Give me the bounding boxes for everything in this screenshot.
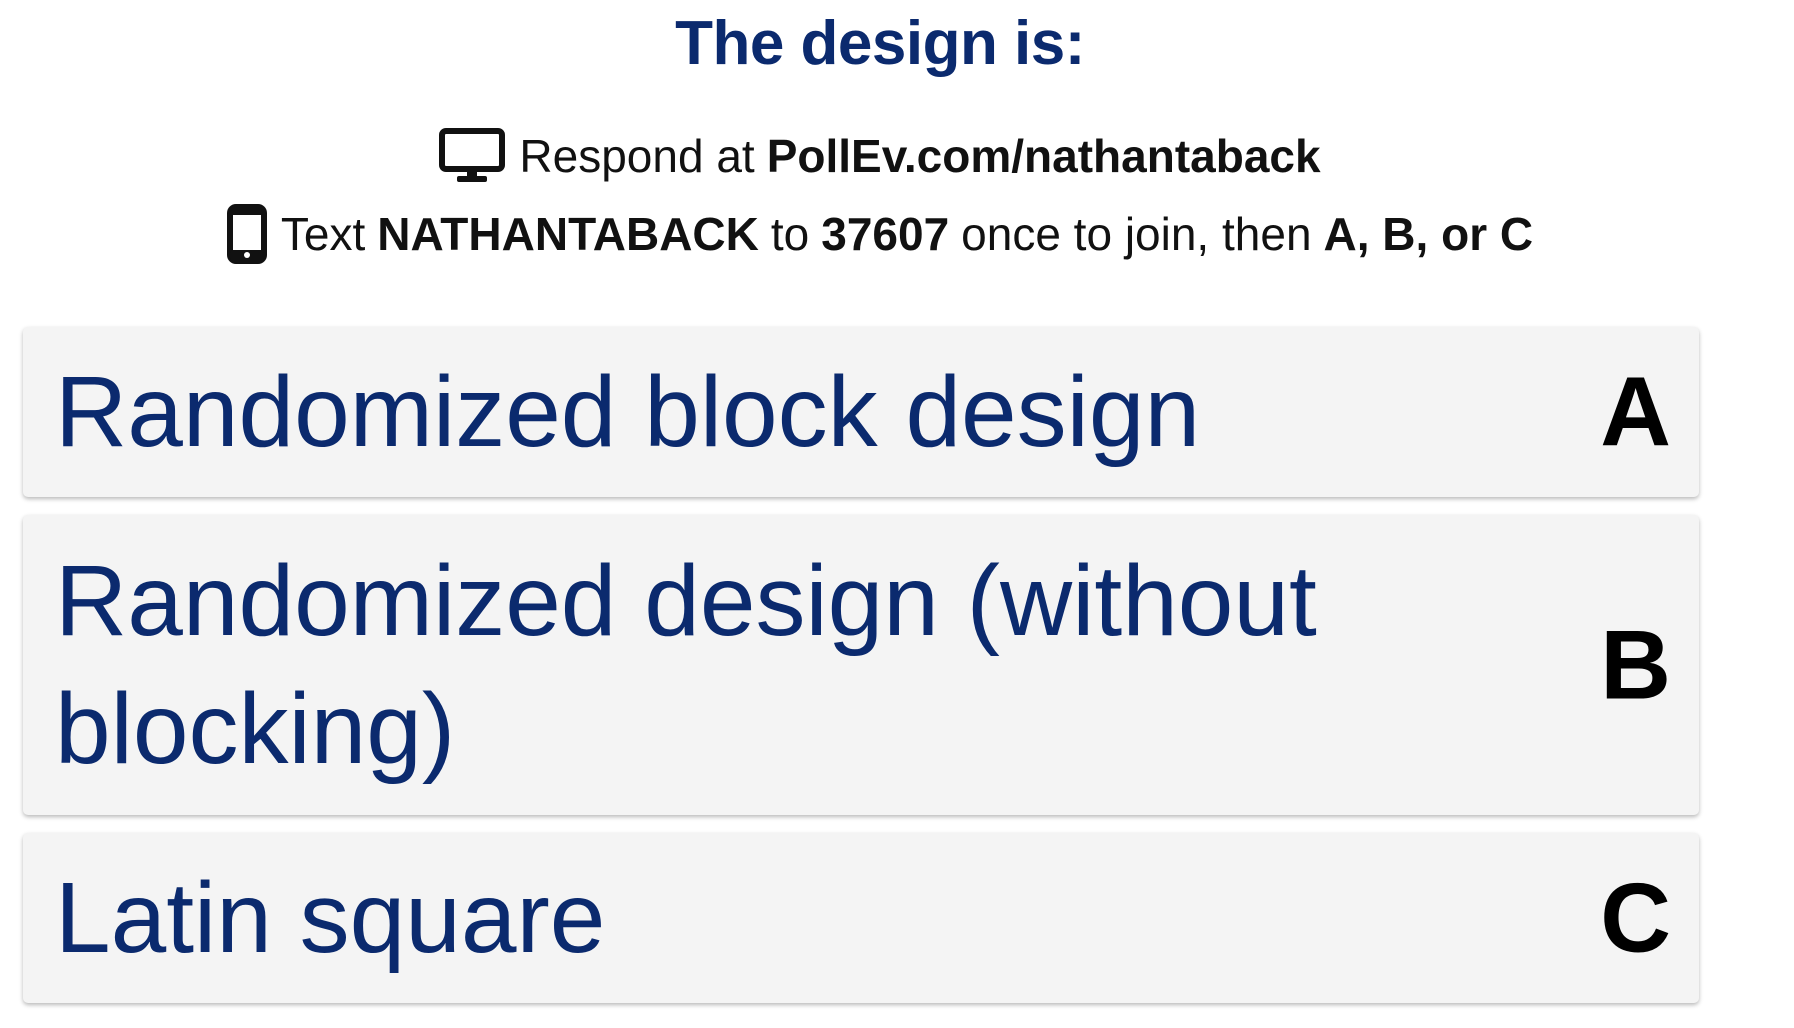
web-instructions: Respond at PollEv.com/nathantaback — [0, 128, 1760, 184]
option-b-letter: B — [1600, 609, 1671, 720]
web-prefix: Respond at — [519, 130, 755, 182]
option-b[interactable]: Randomized design (without blocking) B — [23, 515, 1699, 815]
text-choices: A, B, or C — [1323, 208, 1534, 260]
phone-icon — [226, 204, 267, 264]
option-c[interactable]: Latin square C — [23, 833, 1699, 1003]
answer-options: Randomized block design A Randomized des… — [23, 327, 1699, 1021]
text-number: 37607 — [821, 208, 950, 260]
question-title: The design is: — [675, 9, 1085, 78]
text-to: to — [770, 208, 810, 260]
option-a-label: Randomized block design — [55, 356, 1201, 468]
text-prefix: Text — [280, 208, 366, 260]
option-c-letter: C — [1600, 862, 1671, 973]
option-b-label: Randomized design (without blocking) — [55, 545, 1317, 785]
text-middle: once to join, then — [961, 208, 1312, 260]
poll-slide: The design is: Respond at PollEv.com/nat… — [0, 0, 1794, 1028]
monitor-icon — [439, 128, 506, 184]
option-c-label: Latin square — [55, 862, 606, 974]
poll-url[interactable]: PollEv.com/nathantaback — [767, 129, 1321, 183]
text-keyword: NATHANTABACK — [377, 208, 759, 260]
text-instructions: Text NATHANTABACK to 37607 once to join,… — [0, 204, 1760, 264]
option-a[interactable]: Randomized block design A — [23, 327, 1699, 497]
option-a-letter: A — [1600, 356, 1671, 467]
